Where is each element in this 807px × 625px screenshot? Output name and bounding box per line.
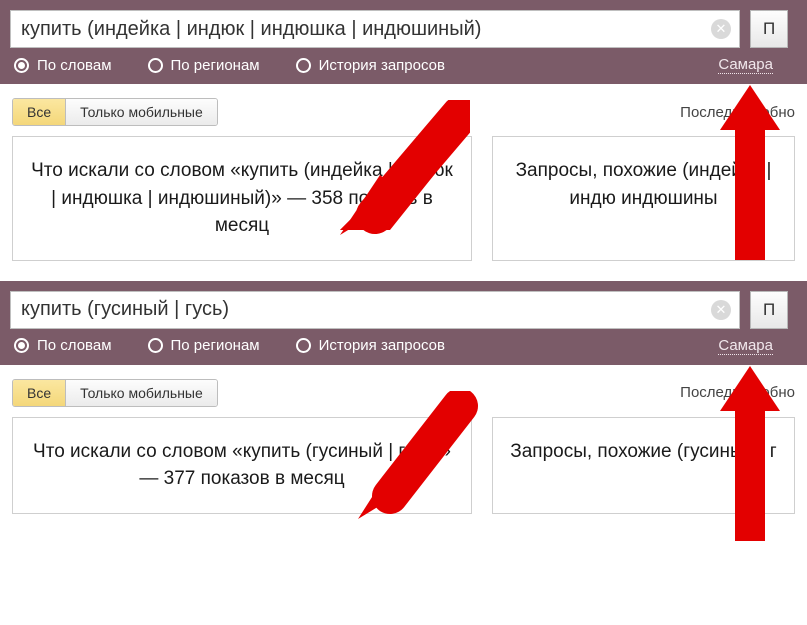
search-row: ✕ П <box>10 10 797 48</box>
radio-dot-icon <box>296 338 311 353</box>
radio-by-words[interactable]: По словам <box>14 337 112 354</box>
radio-by-regions[interactable]: По регионам <box>148 337 260 354</box>
clear-icon[interactable]: ✕ <box>711 19 731 39</box>
search-row: ✕ П <box>10 291 797 329</box>
wordstat-block-1: ✕ П По словам По регионам История запрос… <box>0 281 807 534</box>
region-link[interactable]: Самара <box>718 56 773 74</box>
region-link[interactable]: Самара <box>718 337 773 355</box>
search-input[interactable] <box>21 18 711 41</box>
toggle-mobile-only[interactable]: Только мобильные <box>65 99 217 125</box>
panel-what-searched: Что искали со словом «купить (индейка | … <box>12 136 472 261</box>
search-input-wrap[interactable]: ✕ <box>10 10 740 48</box>
panel-what-searched: Что искали со словом «купить (гусиный | … <box>12 417 472 514</box>
submit-button[interactable]: П <box>750 10 788 48</box>
radio-label: История запросов <box>319 337 445 354</box>
options-row: По словам По регионам История запросов С… <box>10 329 797 357</box>
device-toggle: Все Только мобильные <box>12 98 218 126</box>
last-update-label: Последнее обно <box>680 104 795 121</box>
toggle-mobile-only[interactable]: Только мобильные <box>65 380 217 406</box>
search-input[interactable] <box>21 298 711 321</box>
panels: Что искали со словом «купить (гусиный | … <box>0 417 807 534</box>
radio-label: По регионам <box>171 337 260 354</box>
options-row: По словам По регионам История запросов С… <box>10 48 797 76</box>
last-update-label: Последнее обно <box>680 384 795 401</box>
device-toggle: Все Только мобильные <box>12 379 218 407</box>
panel-similar-queries: Запросы, похожие (гусиный | г <box>492 417 795 514</box>
radio-dot-icon <box>14 58 29 73</box>
radio-dot-icon <box>148 58 163 73</box>
radio-label: История запросов <box>319 57 445 74</box>
toggle-all[interactable]: Все <box>13 99 65 125</box>
filter-row: Все Только мобильные Последнее обно <box>0 84 807 136</box>
radio-history[interactable]: История запросов <box>296 337 445 354</box>
panel-similar-queries: Запросы, похожие (индейка | индю индюшин… <box>492 136 795 261</box>
search-input-wrap[interactable]: ✕ <box>10 291 740 329</box>
radio-dot-icon <box>148 338 163 353</box>
radio-dot-icon <box>296 58 311 73</box>
search-bar: ✕ П По словам По регионам История запрос… <box>0 281 807 365</box>
clear-icon[interactable]: ✕ <box>711 300 731 320</box>
radio-dot-icon <box>14 338 29 353</box>
radio-label: По словам <box>37 337 112 354</box>
radio-label: По регионам <box>171 57 260 74</box>
filter-row: Все Только мобильные Последнее обно <box>0 365 807 417</box>
submit-button[interactable]: П <box>750 291 788 329</box>
search-bar: ✕ П По словам По регионам История запрос… <box>0 0 807 84</box>
radio-history[interactable]: История запросов <box>296 57 445 74</box>
wordstat-block-0: ✕ П По словам По регионам История запрос… <box>0 0 807 281</box>
radio-by-words[interactable]: По словам <box>14 57 112 74</box>
radio-by-regions[interactable]: По регионам <box>148 57 260 74</box>
toggle-all[interactable]: Все <box>13 380 65 406</box>
panels: Что искали со словом «купить (индейка | … <box>0 136 807 281</box>
radio-label: По словам <box>37 57 112 74</box>
